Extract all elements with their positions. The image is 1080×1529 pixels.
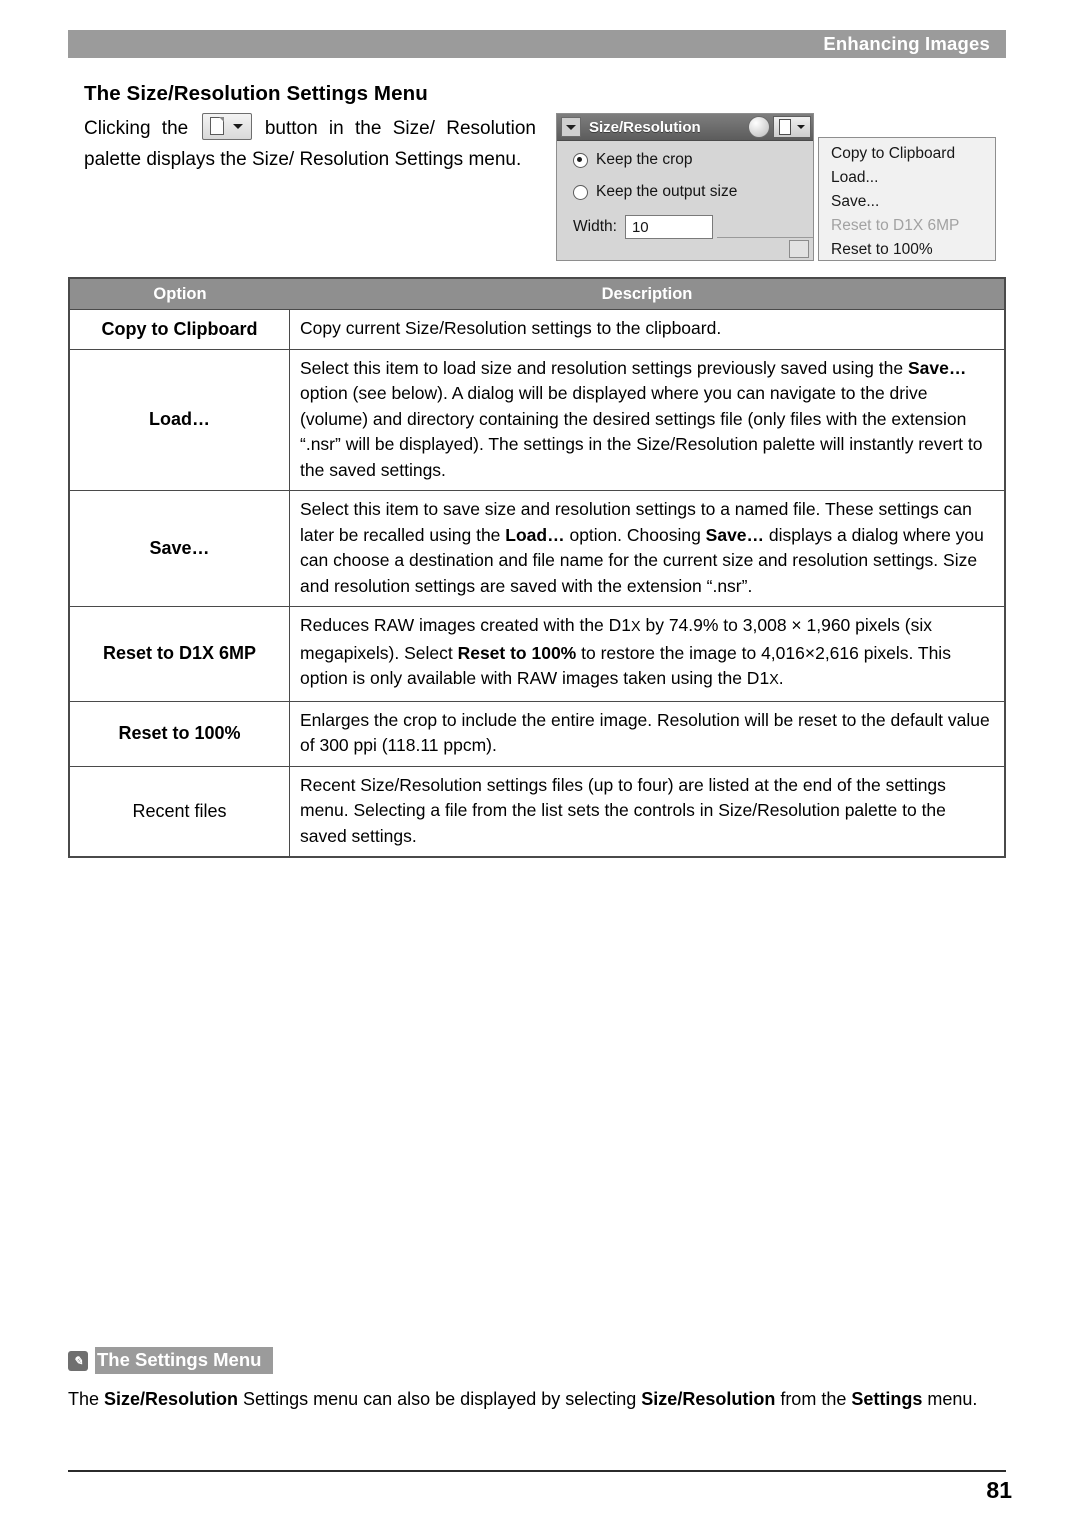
table-row: Recent files Recent Size/Resolution sett…: [70, 765, 1004, 857]
table-row: Reset to D1X 6MP Reduces RAW images crea…: [70, 606, 1004, 701]
keep-crop-row: Keep the crop: [573, 151, 813, 169]
note-block: ✎ The Settings Menu The Size/Resolution …: [68, 1347, 1006, 1413]
description-paragraph: Enlarges the crop to include the entire …: [300, 709, 990, 756]
table-cell-description: Recent Size/Resolution settings files (u…: [290, 767, 1004, 857]
running-header-title: Enhancing Images: [823, 33, 990, 54]
footer-divider: [68, 1470, 1006, 1472]
description-paragraph: Recent Size/Resolution settings files (u…: [300, 774, 946, 846]
table-cell-option: Reset to D1X 6MP: [70, 607, 290, 701]
stepper-icon: [789, 240, 809, 258]
options-table: Option Description Copy to Clipboard Cop…: [68, 277, 1006, 858]
description-paragraph: Reduces RAW images created with the D1X …: [300, 615, 951, 688]
palette-titlebar: Size/Resolution: [557, 114, 813, 141]
keep-crop-radio: [573, 152, 588, 168]
page-title: The Size/Resolution Settings Menu: [84, 82, 428, 105]
collapse-triangle-icon: [561, 117, 581, 137]
menu-item-copy-to-clipboard: Copy to Clipboard: [831, 145, 956, 162]
menu-item-reset-to-d1x-6mp: Reset to D1X 6MP: [831, 217, 960, 234]
table-header-description: Description: [601, 284, 693, 303]
table-row: Load… Select this item to load size and …: [70, 348, 1004, 491]
chevron-down-icon: [797, 125, 805, 129]
table-cell-option: Copy to Clipboard: [70, 310, 290, 349]
settings-menu-button-icon: [201, 113, 252, 140]
page-glyph-icon: [209, 117, 224, 135]
palette-titlebar-controls: [748, 116, 811, 138]
description-paragraph: Select this item to save size and resolu…: [300, 499, 984, 596]
table-cell-option: Reset to 100%: [70, 701, 290, 766]
table-cell-description: Enlarges the crop to include the entire …: [290, 702, 1004, 766]
width-row: Width: 10: [573, 215, 813, 239]
keep-output-size-row: Keep the output size: [573, 183, 813, 201]
chevron-down-icon: [232, 124, 243, 129]
note-paragraph: The Size/Resolution Settings menu can al…: [68, 1389, 978, 1409]
table-cell-option: Save…: [70, 491, 290, 606]
table-cell-description: Reduces RAW images created with the D1X …: [290, 607, 1004, 701]
note-title-row: ✎ The Settings Menu: [68, 1347, 1006, 1374]
running-header-bar: Enhancing Images: [68, 30, 1006, 58]
intro-paragraph: Clicking the button in the Size/ Resolut…: [84, 113, 536, 175]
size-resolution-palette-screenshot: Size/Resolution Keep the crop Keep the o…: [556, 113, 814, 261]
description-paragraph: Select this item to load size and resolu…: [300, 357, 983, 480]
width-input: 10: [624, 215, 713, 239]
palette-settings-menu-button: [773, 116, 811, 138]
palette-body: Keep the crop Keep the output size Width…: [557, 141, 813, 239]
palette-title: Size/Resolution: [589, 118, 701, 136]
table-cell-option: Load…: [70, 349, 290, 490]
table-row: Copy to Clipboard Copy current Size/Reso…: [70, 309, 1004, 349]
note-body: The Size/Resolution Settings menu can al…: [68, 1386, 1006, 1413]
keep-output-size-label: Keep the output size: [596, 183, 738, 200]
menu-item-save: Save...: [831, 193, 880, 210]
table-cell-description: Select this item to load size and resolu…: [290, 350, 1004, 491]
document-page: Enhancing Images The Size/Resolution Set…: [0, 0, 1080, 1529]
keep-output-size-radio: [573, 184, 588, 200]
table-cell-description: Copy current Size/Resolution settings to…: [290, 310, 1004, 349]
description-paragraph: Copy current Size/Resolution settings to…: [300, 318, 722, 338]
note-title: The Settings Menu: [95, 1347, 274, 1374]
pencil-icon: ✎: [68, 1350, 88, 1371]
palette-knob-icon: [748, 116, 770, 138]
width-label: Width:: [573, 218, 617, 235]
settings-dropdown-menu-screenshot: Copy to Clipboard Load... Save... Reset …: [818, 137, 996, 261]
palette-bottom-stub: [717, 237, 813, 260]
table-row: Reset to 100% Enlarges the crop to inclu…: [70, 700, 1004, 766]
table-cell-option: Recent files: [70, 766, 290, 856]
table-header-row: Option Description: [70, 279, 1004, 309]
table-cell-description: Select this item to save size and resolu…: [290, 491, 1004, 606]
keep-crop-label: Keep the crop: [596, 151, 693, 168]
page-number: 81: [986, 1477, 1012, 1503]
table-row: Save… Select this item to save size and …: [70, 490, 1004, 606]
menu-item-reset-to-100: Reset to 100%: [831, 241, 933, 258]
table-header-option: Option: [153, 284, 207, 303]
intro-text-before: Clicking the: [84, 118, 189, 139]
menu-item-load: Load...: [831, 169, 879, 186]
page-glyph-icon: [779, 119, 791, 135]
